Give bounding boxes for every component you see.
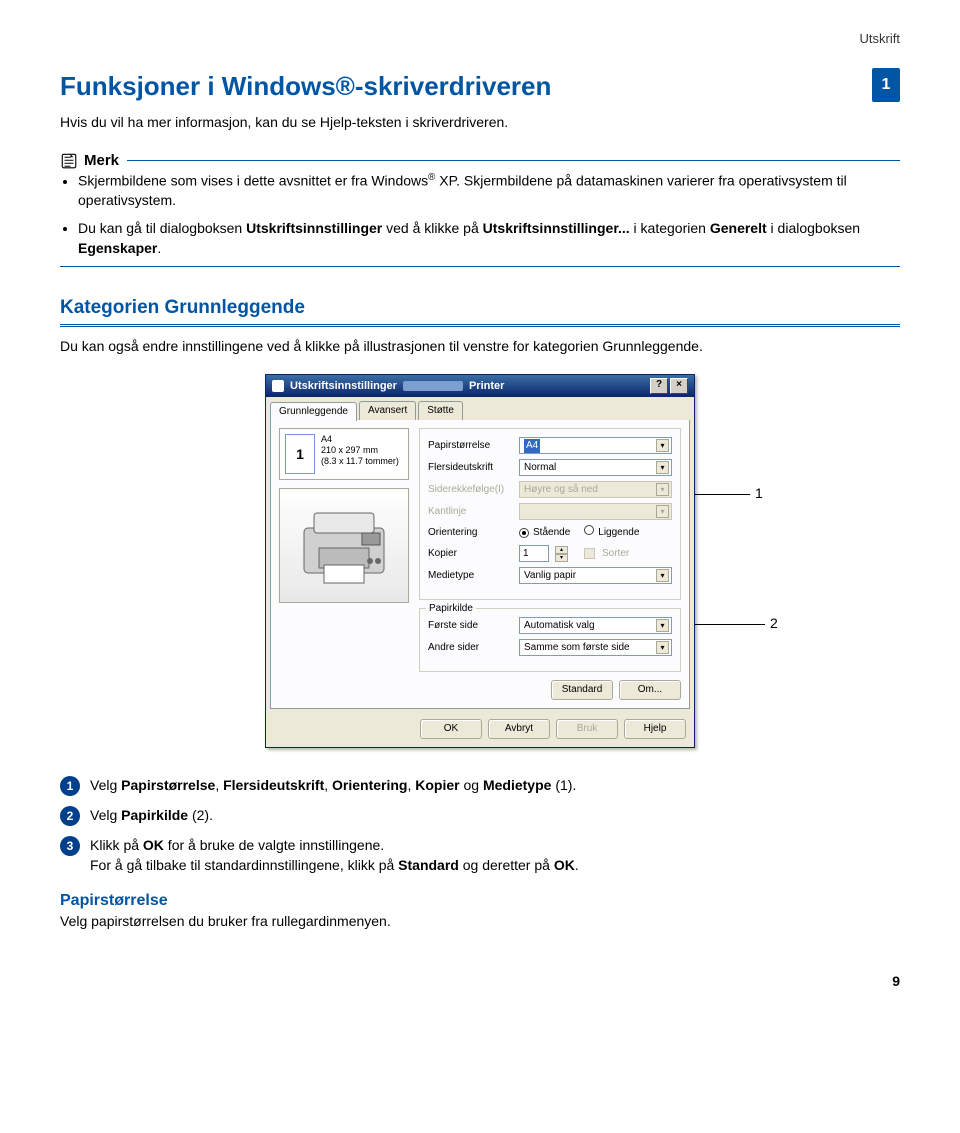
paper-size2: (8.3 x 11.7 tommer) — [321, 456, 399, 467]
button-hjelp[interactable]: Hjelp — [624, 719, 686, 739]
label-kopier: Kopier — [428, 547, 513, 561]
section-lead: Du kan også endre innstillingene ved å k… — [60, 337, 900, 357]
dialog-title-left: Utskriftsinnstillinger — [290, 379, 397, 394]
note-block: Merk Skjermbildene som vises i dette avs… — [60, 150, 900, 267]
paper-thumbnail: 1 — [285, 434, 315, 474]
checkbox-sorter: Sorter — [584, 547, 629, 561]
chevron-down-icon: ▾ — [656, 619, 669, 632]
page-number: 9 — [60, 972, 900, 992]
printer-illustration[interactable] — [279, 488, 409, 603]
tab-avansert[interactable]: Avansert — [359, 401, 416, 420]
note-bullet-1: Skjermbildene som vises i dette avsnitte… — [78, 171, 900, 211]
printer-svg-icon — [294, 503, 394, 588]
header-section-label: Utskrift — [60, 30, 900, 48]
subhead-text: Velg papirstørrelsen du bruker fra rulle… — [60, 912, 900, 932]
page-subtitle: Hvis du vil ha mer informasjon, kan du s… — [60, 113, 852, 133]
page-title: Funksjoner i Windows®-skriverdriveren — [60, 68, 852, 104]
tab-grunnleggende[interactable]: Grunnleggende — [270, 402, 357, 421]
callout-2: 2 — [770, 614, 778, 634]
chevron-down-icon: ▾ — [656, 461, 669, 474]
group-label-papirkilde: Papirkilde — [426, 602, 476, 616]
step-badge-1: 1 — [60, 776, 80, 796]
radio-liggende[interactable]: Liggende — [584, 525, 639, 540]
combo-medietype[interactable]: Vanlig papir▾ — [519, 567, 672, 584]
chevron-down-icon: ▾ — [656, 569, 669, 582]
section-title: Kategorien Grunnleggende — [60, 295, 900, 322]
note-end-rule — [60, 266, 900, 267]
help-button[interactable]: ? — [650, 378, 668, 394]
printer-icon — [272, 380, 284, 392]
callout-1: 1 — [755, 484, 763, 504]
paper-size1: 210 x 297 mm — [321, 445, 399, 456]
radio-staende[interactable]: Stående — [519, 526, 570, 540]
subheading-papirstorrelse: Papirstørrelse — [60, 890, 900, 912]
step-3: 3 Klikk på OK for å bruke de valgte inns… — [60, 836, 900, 875]
note-rule — [127, 160, 900, 161]
step-1: 1 Velg Papirstørrelse, Flersideutskrift,… — [60, 776, 900, 796]
chevron-down-icon: ▾ — [656, 505, 669, 518]
callout-line-2 — [695, 624, 765, 625]
step-badge-3: 3 — [60, 836, 80, 856]
button-ok[interactable]: OK — [420, 719, 482, 739]
tab-stotte[interactable]: Støtte — [418, 401, 463, 420]
spinner-buttons[interactable]: ▴▾ — [555, 546, 568, 562]
step-badge-2: 2 — [60, 806, 80, 826]
title-blur — [403, 381, 463, 391]
button-standard[interactable]: Standard — [551, 680, 613, 700]
label-kantlinje: Kantlinje — [428, 505, 513, 519]
label-papirstorrelse: Papirstørrelse — [428, 439, 513, 453]
section-underline — [60, 324, 900, 327]
label-orientering: Orientering — [428, 526, 513, 540]
dialog-titlebar: Utskriftsinnstillinger Printer ? × — [266, 375, 694, 397]
button-avbryt[interactable]: Avbryt — [488, 719, 550, 739]
combo-andre-sider[interactable]: Samme som første side▾ — [519, 639, 672, 656]
note-label: Merk — [84, 150, 119, 171]
button-bruk: Bruk — [556, 719, 618, 739]
input-kopier[interactable]: 1 — [519, 545, 549, 562]
close-button[interactable]: × — [670, 378, 688, 394]
group-papirkilde: Papirkilde Første side Automatisk valg▾ … — [419, 608, 681, 672]
chevron-down-icon: ▾ — [656, 641, 669, 654]
chevron-down-icon: ▾ — [656, 483, 669, 496]
label-flersideutskrift: Flersideutskrift — [428, 461, 513, 475]
label-siderekkefolge: Siderekkefølge(I) — [428, 483, 513, 497]
group-main: Papirstørrelse A4▾ Flersideutskrift Norm… — [419, 428, 681, 600]
note-icon — [60, 152, 78, 170]
note-bullets: Skjermbildene som vises i dette avsnitte… — [78, 171, 900, 258]
chevron-down-icon: ▾ — [656, 439, 669, 452]
chapter-badge: 1 — [872, 68, 900, 102]
combo-kantlinje: ▾ — [519, 503, 672, 520]
print-settings-dialog: Utskriftsinnstillinger Printer ? × Grunn… — [265, 374, 695, 748]
callout-line-1 — [695, 494, 750, 495]
step-list: 1 Velg Papirstørrelse, Flersideutskrift,… — [60, 776, 900, 875]
label-andre-sider: Andre sider — [428, 641, 513, 655]
tabstrip: Grunnleggende Avansert Støtte — [266, 397, 694, 420]
combo-papirstorrelse[interactable]: A4▾ — [519, 437, 672, 454]
label-forste-side: Første side — [428, 619, 513, 633]
note-bullet-2: Du kan gå til dialogboksen Utskriftsinns… — [78, 219, 900, 258]
label-medietype: Medietype — [428, 569, 513, 583]
combo-forste-side[interactable]: Automatisk valg▾ — [519, 617, 672, 634]
dialog-title-right: Printer — [469, 379, 504, 394]
paper-info-box: 1 A4 210 x 297 mm (8.3 x 11.7 tommer) — [279, 428, 409, 480]
combo-siderekkefolge: Høyre og så ned▾ — [519, 481, 672, 498]
paper-name: A4 — [321, 434, 399, 445]
button-om[interactable]: Om... — [619, 680, 681, 700]
combo-flersideutskrift[interactable]: Normal▾ — [519, 459, 672, 476]
step-2: 2 Velg Papirkilde (2). — [60, 806, 900, 826]
